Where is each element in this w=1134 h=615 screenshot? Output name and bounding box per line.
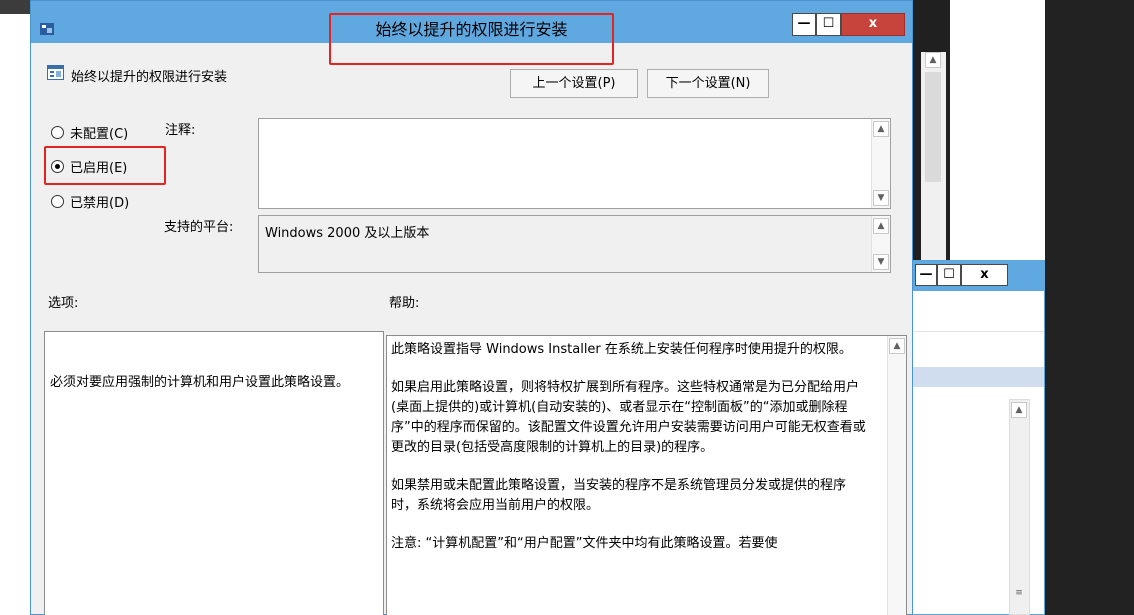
help-paragraph: 注意: “计算机配置”和“用户配置”文件夹中均有此策略设置。若要使 xyxy=(391,536,778,551)
comment-textbox[interactable]: ▲ ▼ xyxy=(258,118,891,209)
platform-scrollbar[interactable]: ▲ ▼ xyxy=(871,216,890,272)
platform-value: Windows 2000 及以上版本 xyxy=(265,226,430,241)
next-setting-button[interactable]: 下一个设置(N) xyxy=(647,69,769,98)
help-paragraph: 此策略设置指导 Windows Installer 在系统上安装任何程序时使用提… xyxy=(391,342,852,357)
options-panel: 必须对要应用强制的计算机和用户设置此策略设置。 xyxy=(44,331,384,615)
options-label: 选项: xyxy=(48,296,79,311)
scroll-up-icon[interactable]: ▲ xyxy=(925,52,941,68)
scroll-up-icon[interactable]: ▲ xyxy=(873,218,889,234)
radio-not-configured[interactable]: 未配置(C) xyxy=(51,122,128,142)
comment-scrollbar[interactable]: ▲ ▼ xyxy=(871,119,890,208)
radio-disabled[interactable]: 已禁用(D) xyxy=(51,191,129,211)
title-highlight-box xyxy=(329,13,614,65)
scroll-up-icon[interactable]: ▲ xyxy=(889,338,905,354)
scroll-down-icon[interactable]: ▼ xyxy=(873,190,889,206)
radio-circle-not-configured[interactable] xyxy=(51,125,64,139)
background-window-titlebar: — ☐ x xyxy=(906,261,1044,291)
maximize-button[interactable]: ☐ xyxy=(816,13,841,36)
scroll-down-icon[interactable]: ▼ xyxy=(873,254,889,270)
policy-dialog: 始终以提升的权限进行安装 — ☐ x 始终以提升的权限进行安装 上一个设置(P)… xyxy=(30,0,913,615)
help-paragraph: 如果启用此策略设置，则将特权扩展到所有程序。这些特权通常是为已分配给用户(桌面上… xyxy=(391,380,866,455)
background-window-scrollbar[interactable]: ▲ ≡ xyxy=(1009,399,1030,615)
selected-row xyxy=(906,367,1044,387)
platform-label: 支持的平台: xyxy=(164,220,234,235)
scroll-up-icon[interactable]: ▲ xyxy=(873,121,889,137)
policy-setting-icon xyxy=(47,65,64,80)
policy-name: 始终以提升的权限进行安装 xyxy=(71,70,228,85)
previous-setting-button[interactable]: 上一个设置(P) xyxy=(510,69,638,98)
background-window: — ☐ x ▲ ≡ xyxy=(905,260,1045,615)
background-scrollbar[interactable]: ▲ xyxy=(921,52,946,262)
help-panel[interactable]: 此策略设置指导 Windows Installer 在系统上安装任何程序时使用提… xyxy=(386,335,907,615)
scroll-thumb[interactable] xyxy=(925,72,941,182)
divider xyxy=(906,331,1044,332)
help-content: 此策略设置指导 Windows Installer 在系统上安装任何程序时使用提… xyxy=(391,340,869,612)
bg-close-button[interactable]: x xyxy=(961,264,1008,286)
background-dark-area xyxy=(1045,0,1134,615)
enabled-highlight-box xyxy=(44,146,166,185)
help-paragraph: 如果禁用或未配置此策略设置，当安装的程序不是系统管理员分发或提供的程序时，系统将… xyxy=(391,478,847,513)
radio-label-disabled: 已禁用(D) xyxy=(70,195,130,211)
help-scrollbar[interactable]: ▲ xyxy=(887,336,906,615)
bg-minimize-button[interactable]: — xyxy=(915,264,937,286)
platform-textbox[interactable]: Windows 2000 及以上版本 ▲ ▼ xyxy=(258,215,891,273)
desktop: ▲ — ☐ x ▲ ≡ 始终以提升的权限进行安装 — ☐ x 始终以提升的权限进… xyxy=(0,0,1134,615)
close-button[interactable]: x xyxy=(841,13,905,36)
comment-label: 注释: xyxy=(165,123,196,138)
radio-label-not-configured: 未配置(C) xyxy=(70,126,129,142)
options-text: 必须对要应用强制的计算机和用户设置此策略设置。 xyxy=(50,375,350,390)
bg-maximize-button[interactable]: ☐ xyxy=(937,264,961,286)
scroll-up-icon[interactable]: ▲ xyxy=(1011,402,1027,418)
help-label: 帮助: xyxy=(389,296,420,311)
scroll-grip-icon[interactable]: ≡ xyxy=(1011,586,1027,602)
radio-circle-disabled[interactable] xyxy=(51,194,64,208)
minimize-button[interactable]: — xyxy=(792,13,816,36)
